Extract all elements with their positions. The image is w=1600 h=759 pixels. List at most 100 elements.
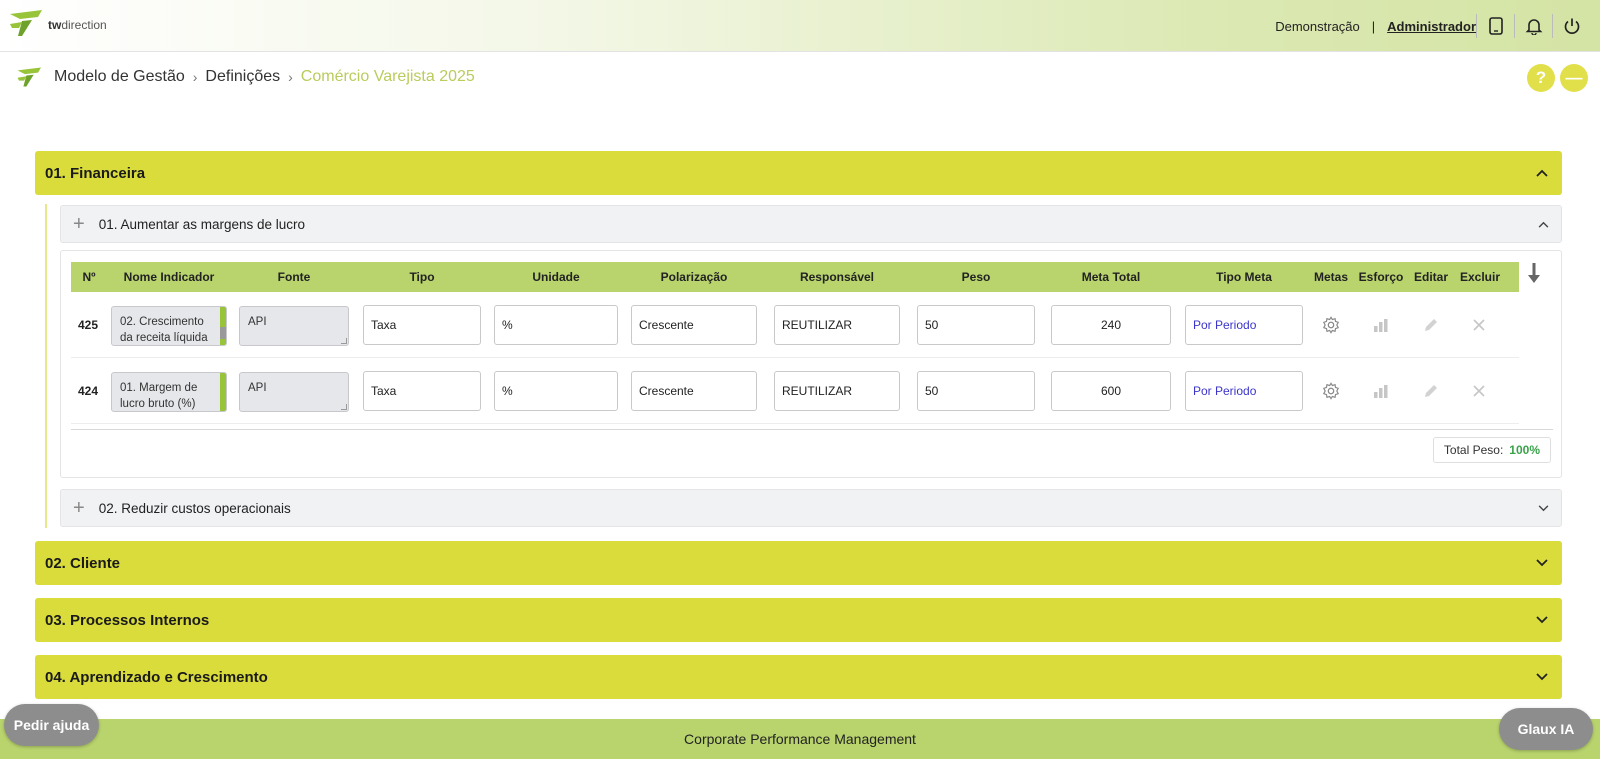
chevron-up-icon [1538, 221, 1549, 228]
divider [71, 429, 1553, 430]
logo-mark-icon [10, 10, 42, 36]
top-bar: twdirection Demonstração | Administrador [0, 0, 1600, 52]
meta-total-field[interactable]: 600 [1051, 371, 1171, 411]
chevron-down-icon [1536, 559, 1548, 567]
col-header: Responsável [799, 270, 875, 284]
total-peso: Total Peso: 100% [1432, 437, 1551, 463]
twdirection-logo[interactable]: twdirection [8, 8, 107, 38]
table-row: 424 01. Margem de lucro bruto (%) API Ta… [71, 358, 1519, 424]
col-header: Tipo Meta [1216, 270, 1272, 284]
bar-chart-icon[interactable] [1371, 315, 1391, 335]
breadcrumb-item-definicoes[interactable]: Definições [205, 68, 280, 86]
breadcrumb: Modelo de Gestão › Definições › Comércio… [16, 66, 475, 88]
gear-icon[interactable] [1321, 381, 1341, 401]
col-header: Tipo [409, 270, 435, 284]
col-header: Polarização [660, 270, 728, 284]
unidade-field[interactable]: % [494, 371, 618, 411]
bell-icon[interactable] [1514, 14, 1552, 38]
plus-icon[interactable]: + [73, 497, 85, 520]
gear-icon[interactable] [1321, 315, 1341, 335]
col-header: Unidade [532, 270, 580, 284]
indicator-name-field[interactable]: 01. Margem de lucro bruto (%) [111, 372, 227, 412]
objective-reduzir-custos[interactable]: + 02. Reduzir custos operacionais [60, 489, 1562, 527]
source-text: API [248, 382, 267, 394]
col-header: Editar [1413, 270, 1448, 284]
unidade-field[interactable]: % [494, 305, 618, 345]
chevron-right-icon: › [288, 69, 293, 85]
peso-field[interactable]: 50 [917, 305, 1035, 345]
polarizacao-field[interactable]: Crescente [631, 371, 757, 411]
footer-text: Corporate Performance Management [684, 731, 916, 747]
close-icon[interactable] [1469, 315, 1489, 335]
home-logo-icon[interactable] [16, 66, 44, 88]
section-financeira[interactable]: 01. Financeira [35, 151, 1562, 195]
responsavel-field[interactable]: REUTILIZAR [774, 305, 900, 345]
collapse-all-button[interactable]: — [1560, 64, 1588, 92]
indicator-name-text: 01. Margem de lucro bruto (%) [120, 382, 198, 410]
pencil-icon[interactable] [1421, 315, 1441, 335]
tablet-icon[interactable] [1476, 14, 1514, 38]
polarizacao-field[interactable]: Crescente [631, 305, 757, 345]
total-peso-value: 100% [1509, 443, 1540, 457]
source-field[interactable]: API [239, 372, 349, 412]
chevron-down-icon [1536, 616, 1548, 624]
section-title: 04. Aprendizado e Crescimento [45, 668, 268, 686]
section-title: 02. Cliente [45, 554, 121, 572]
section-cliente[interactable]: 02. Cliente [35, 541, 1562, 585]
col-header: Esforço [1358, 270, 1404, 284]
chevron-down-icon [1538, 504, 1549, 511]
source-text: API [248, 316, 267, 328]
bar-chart-icon[interactable] [1371, 381, 1391, 401]
meta-total-field[interactable]: 240 [1051, 305, 1171, 345]
indicator-name-text: 02. Crescimento da receita líquida [120, 316, 208, 344]
resize-grip-icon[interactable] [341, 338, 347, 344]
plus-icon[interactable]: + [73, 213, 85, 236]
chevron-up-icon [1536, 169, 1548, 177]
section-aprendizado[interactable]: 04. Aprendizado e Crescimento [35, 655, 1562, 699]
arrow-down-icon[interactable] [1527, 261, 1541, 290]
scrollbar-track [220, 307, 226, 345]
col-header: Metas [1313, 270, 1348, 284]
col-header: Meta Total [1081, 270, 1141, 284]
objective-aumentar-margens[interactable]: + 01. Aumentar as margens de lucro [60, 205, 1562, 243]
resize-grip-icon[interactable] [341, 404, 347, 410]
section-title: 03. Processos Internos [45, 611, 210, 629]
admin-link[interactable]: Administrador [1387, 19, 1476, 34]
tipo-meta-select[interactable]: Por Periodo [1185, 305, 1303, 345]
help-button[interactable]: ? [1527, 64, 1555, 92]
header-separator: | [1371, 18, 1376, 34]
footer: Corporate Performance Management [0, 719, 1600, 759]
total-peso-label: Total Peso: [1443, 443, 1504, 457]
help-chat-button[interactable]: Pedir ajuda [4, 704, 99, 746]
peso-field[interactable]: 50 [917, 371, 1035, 411]
power-icon[interactable] [1552, 14, 1590, 38]
tipo-field[interactable]: Taxa [363, 305, 481, 345]
close-icon[interactable] [1469, 381, 1489, 401]
responsavel-field[interactable]: REUTILIZAR [774, 371, 900, 411]
indicator-number: 424 [78, 384, 99, 398]
section-title: 01. Financeira [45, 164, 146, 182]
glaux-ia-button[interactable]: Glaux IA [1499, 708, 1593, 750]
pencil-icon[interactable] [1421, 381, 1441, 401]
indicator-name-field[interactable]: 02. Crescimento da receita líquida [111, 306, 227, 346]
table-row: 425 02. Crescimento da receita líquida A… [71, 292, 1519, 358]
scrollbar-thumb[interactable] [220, 327, 226, 339]
objective-title: 01. Aumentar as margens de lucro [98, 216, 306, 232]
breadcrumb-item-current: Comércio Varejista 2025 [300, 68, 475, 85]
table-header: Nº Nome Indicador Fonte Tipo Unidade Pol… [71, 262, 1519, 292]
logo-text: twdirection [48, 18, 107, 32]
section-indent-line [45, 204, 47, 528]
section-processos-internos[interactable]: 03. Processos Internos [35, 598, 1562, 642]
col-header: Nome Indicador [123, 270, 215, 284]
chevron-down-icon [1536, 673, 1548, 681]
scrollbar-track [220, 373, 226, 411]
indicator-number: 425 [78, 318, 99, 332]
col-header: Excluir [1459, 270, 1501, 284]
tipo-meta-select[interactable]: Por Periodo [1185, 371, 1303, 411]
col-header: Fonte [277, 270, 311, 284]
indicators-table: Nº Nome Indicador Fonte Tipo Unidade Pol… [60, 250, 1562, 478]
source-field[interactable]: API [239, 306, 349, 346]
chevron-right-icon: › [192, 69, 198, 85]
breadcrumb-item-modelo[interactable]: Modelo de Gestão [54, 68, 185, 86]
tipo-field[interactable]: Taxa [363, 371, 481, 411]
